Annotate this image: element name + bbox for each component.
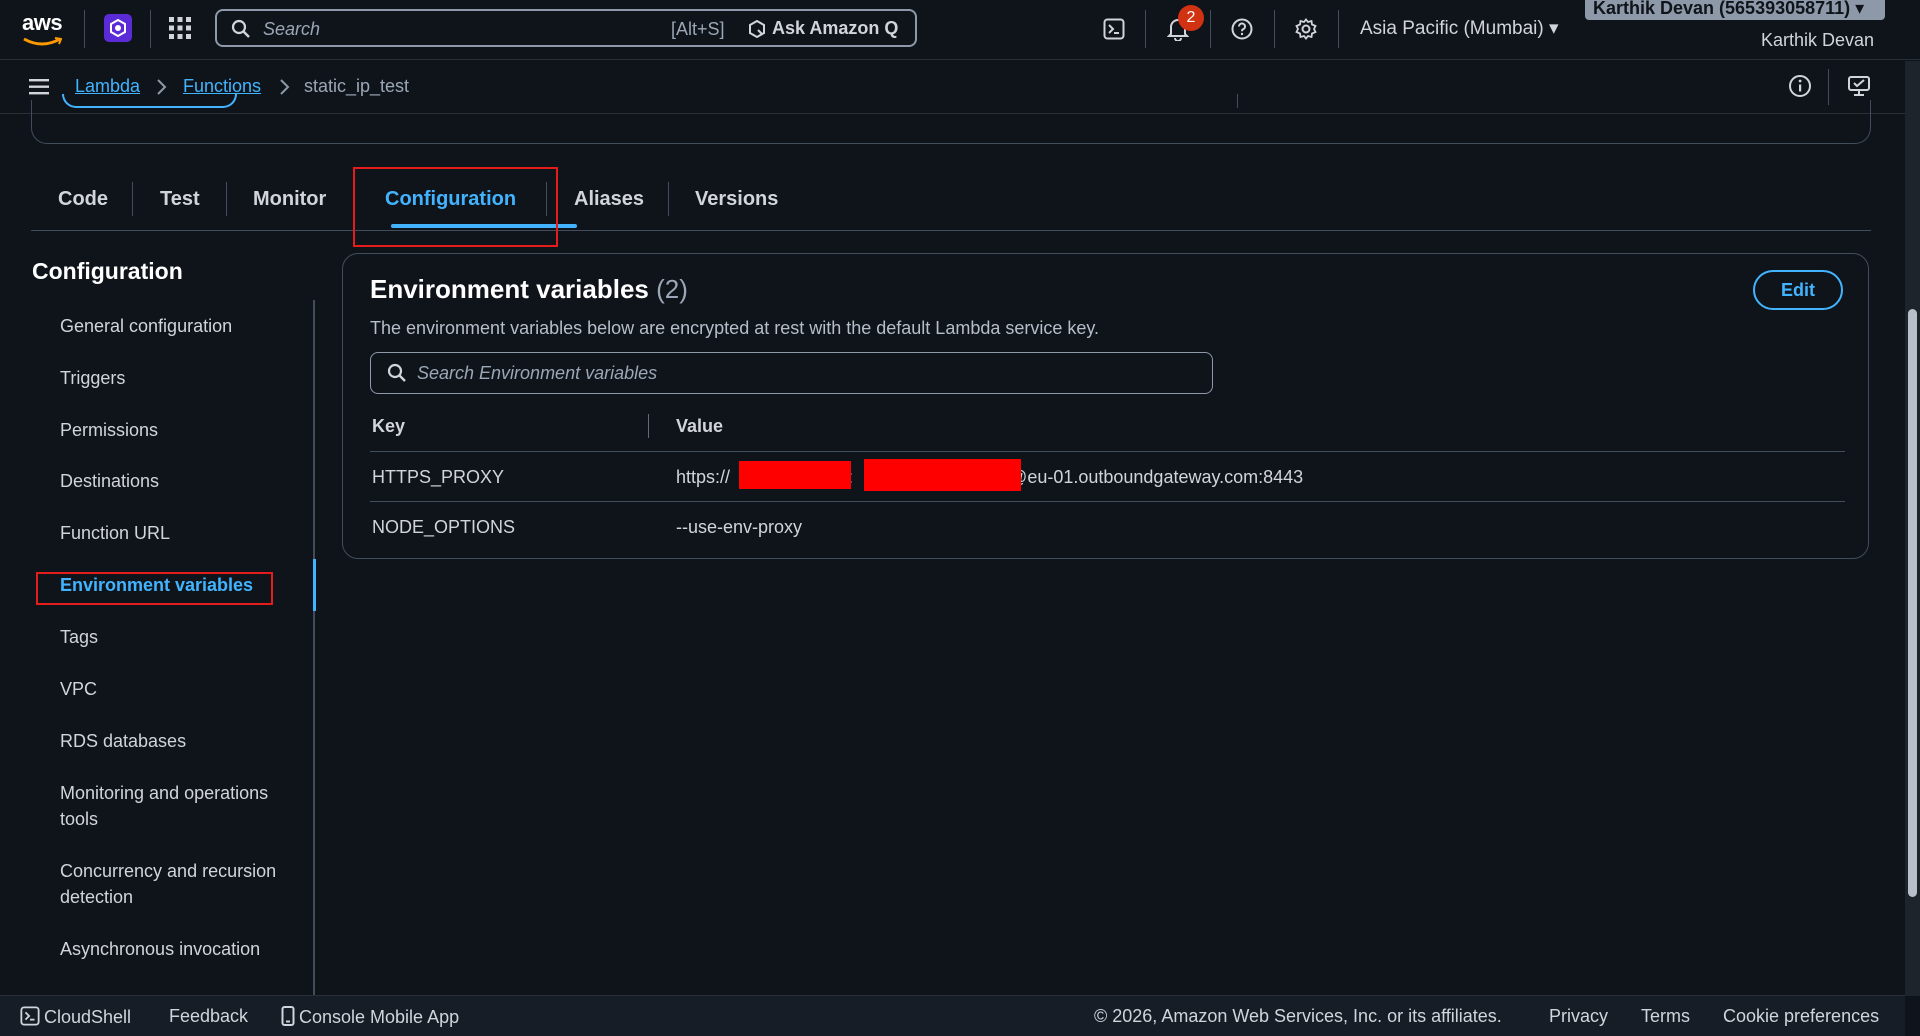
display-settings-icon[interactable] bbox=[1847, 74, 1871, 103]
column-header-value[interactable]: Value bbox=[676, 416, 723, 437]
region-selector[interactable]: Asia Pacific (Mumbai) ▾ bbox=[1360, 17, 1559, 40]
aws-logo[interactable]: aws bbox=[22, 12, 66, 46]
sidebar-active-indicator bbox=[313, 559, 316, 611]
sidebar-item-function-url[interactable]: Function URL bbox=[60, 520, 290, 546]
nav-divider bbox=[84, 10, 85, 48]
search-icon bbox=[231, 19, 251, 44]
sidebar-item-general-configuration[interactable]: General configuration bbox=[60, 313, 290, 339]
footer-privacy-link[interactable]: Privacy bbox=[1549, 1006, 1608, 1027]
environment-variables-panel: Environment variables (2) The environmen… bbox=[342, 253, 1869, 559]
footer-cloudshell-button[interactable]: CloudShell bbox=[20, 1006, 131, 1028]
nav-divider bbox=[1145, 10, 1146, 48]
account-display-name: Karthik Devan bbox=[1761, 30, 1875, 50]
global-search-input[interactable]: Search [Alt+S] Ask Amazon Q bbox=[215, 9, 917, 47]
settings-gear-icon[interactable] bbox=[1293, 16, 1319, 42]
row-key: NODE_OPTIONS bbox=[372, 517, 516, 537]
sidebar-item-tags[interactable]: Tags bbox=[60, 624, 290, 650]
footer-feedback-link[interactable]: Feedback bbox=[169, 1006, 248, 1027]
column-header-key[interactable]: Key bbox=[372, 416, 405, 437]
redaction-block bbox=[864, 459, 1021, 491]
breadcrumb-chevron-icon bbox=[278, 78, 290, 101]
tab-divider bbox=[226, 182, 227, 216]
tab-divider bbox=[132, 182, 133, 216]
help-icon[interactable] bbox=[1229, 16, 1255, 42]
redaction-block bbox=[739, 461, 851, 489]
tab-versions[interactable]: Versions bbox=[695, 188, 778, 211]
sidebar-item-async-invocation[interactable]: Asynchronous invocation bbox=[60, 936, 290, 962]
footer-cookie-preferences-link[interactable]: Cookie preferences bbox=[1723, 1006, 1879, 1027]
scrollbar-thumb[interactable] bbox=[1908, 309, 1917, 897]
search-shortcut-hint: [Alt+S] bbox=[671, 19, 725, 39]
tab-aliases[interactable]: Aliases bbox=[574, 188, 644, 211]
service-favorite-icon[interactable] bbox=[104, 14, 132, 42]
cloudshell-icon[interactable] bbox=[1101, 16, 1127, 42]
nav-divider bbox=[150, 10, 151, 48]
function-overview-card bbox=[31, 94, 1871, 144]
tab-test[interactable]: Test bbox=[160, 188, 200, 211]
page-scrollbar[interactable] bbox=[1905, 61, 1920, 996]
value-prefix: https:// bbox=[676, 467, 731, 487]
footer-terms-link[interactable]: Terms bbox=[1641, 1006, 1690, 1027]
search-placeholder: Search bbox=[263, 19, 321, 39]
footer-copyright: © 2026, Amazon Web Services, Inc. or its… bbox=[1094, 1006, 1502, 1026]
tab-code[interactable]: Code bbox=[58, 188, 108, 211]
info-icon[interactable] bbox=[1788, 74, 1812, 103]
sidebar-track bbox=[313, 300, 315, 995]
ask-amazon-q-button[interactable]: Ask Amazon Q bbox=[748, 18, 898, 39]
footer-cloudshell-label: CloudShell bbox=[44, 1007, 132, 1027]
value-suffix: @eu-01.outboundgateway.com:8443 bbox=[1009, 467, 1304, 487]
sidebar-item-rds-databases[interactable]: RDS databases bbox=[60, 728, 290, 754]
mobile-phone-icon bbox=[281, 1006, 295, 1026]
sidebar-title: Configuration bbox=[32, 258, 183, 284]
highlight-box-env-variables bbox=[36, 572, 273, 605]
function-tabs: Code Test Monitor Configuration Aliases … bbox=[31, 168, 1871, 231]
highlight-box-configuration-tab bbox=[353, 167, 558, 247]
top-navigation: aws Search [Alt+S] Ask Amazon Q 2 Asia P… bbox=[0, 0, 1920, 60]
nav-divider bbox=[1210, 10, 1211, 48]
table-header-divider bbox=[370, 451, 1845, 452]
sidebar-item-vpc[interactable]: VPC bbox=[60, 676, 290, 702]
sidebar-item-permissions[interactable]: Permissions bbox=[60, 417, 290, 443]
overview-button-remnant[interactable] bbox=[62, 94, 237, 108]
row-value: --use-env-proxy bbox=[676, 517, 803, 537]
footer-mobile-app-label: Console Mobile App bbox=[299, 1007, 460, 1027]
column-divider[interactable] bbox=[648, 414, 649, 438]
edit-button[interactable]: Edit bbox=[1753, 270, 1843, 310]
env-search-input[interactable]: Search Environment variables bbox=[370, 352, 1213, 394]
cloudshell-icon bbox=[20, 1006, 40, 1026]
search-icon bbox=[387, 363, 407, 388]
panel-title-text: Environment variables bbox=[370, 274, 649, 304]
account-menu-button[interactable]: Karthik Devan (565393058711) ▾ bbox=[1585, 0, 1885, 20]
amazon-q-icon bbox=[749, 19, 765, 38]
footer-mobile-app-link[interactable]: Console Mobile App bbox=[281, 1006, 459, 1028]
breadcrumb-current-function: static_ip_test bbox=[304, 76, 410, 96]
sidebar-item-monitoring-tools[interactable]: Monitoring and operations tools bbox=[60, 780, 290, 832]
row-key: HTTPS_PROXY bbox=[372, 467, 505, 487]
overview-divider bbox=[1237, 94, 1238, 108]
sidebar-item-destinations[interactable]: Destinations bbox=[60, 468, 290, 494]
menu-hamburger-icon[interactable] bbox=[29, 78, 51, 101]
nav-divider bbox=[1274, 10, 1275, 48]
services-grid-icon[interactable] bbox=[168, 16, 192, 40]
panel-title-count: (2) bbox=[656, 274, 688, 304]
sidebar-item-triggers[interactable]: Triggers bbox=[60, 365, 290, 391]
env-search-placeholder: Search Environment variables bbox=[417, 363, 658, 383]
panel-description: The environment variables below are encr… bbox=[370, 318, 1100, 338]
sidebar-item-concurrency[interactable]: Concurrency and recursion detection bbox=[60, 858, 290, 910]
notification-count-badge: 2 bbox=[1178, 5, 1204, 31]
tab-monitor[interactable]: Monitor bbox=[253, 188, 326, 211]
tab-divider bbox=[668, 182, 669, 216]
nav-divider bbox=[1338, 10, 1339, 48]
panel-title: Environment variables (2) bbox=[370, 274, 688, 305]
console-footer: CloudShell Feedback Console Mobile App ©… bbox=[0, 995, 1905, 1036]
ask-amazon-q-label: Ask Amazon Q bbox=[772, 18, 899, 38]
row-divider bbox=[370, 501, 1845, 502]
